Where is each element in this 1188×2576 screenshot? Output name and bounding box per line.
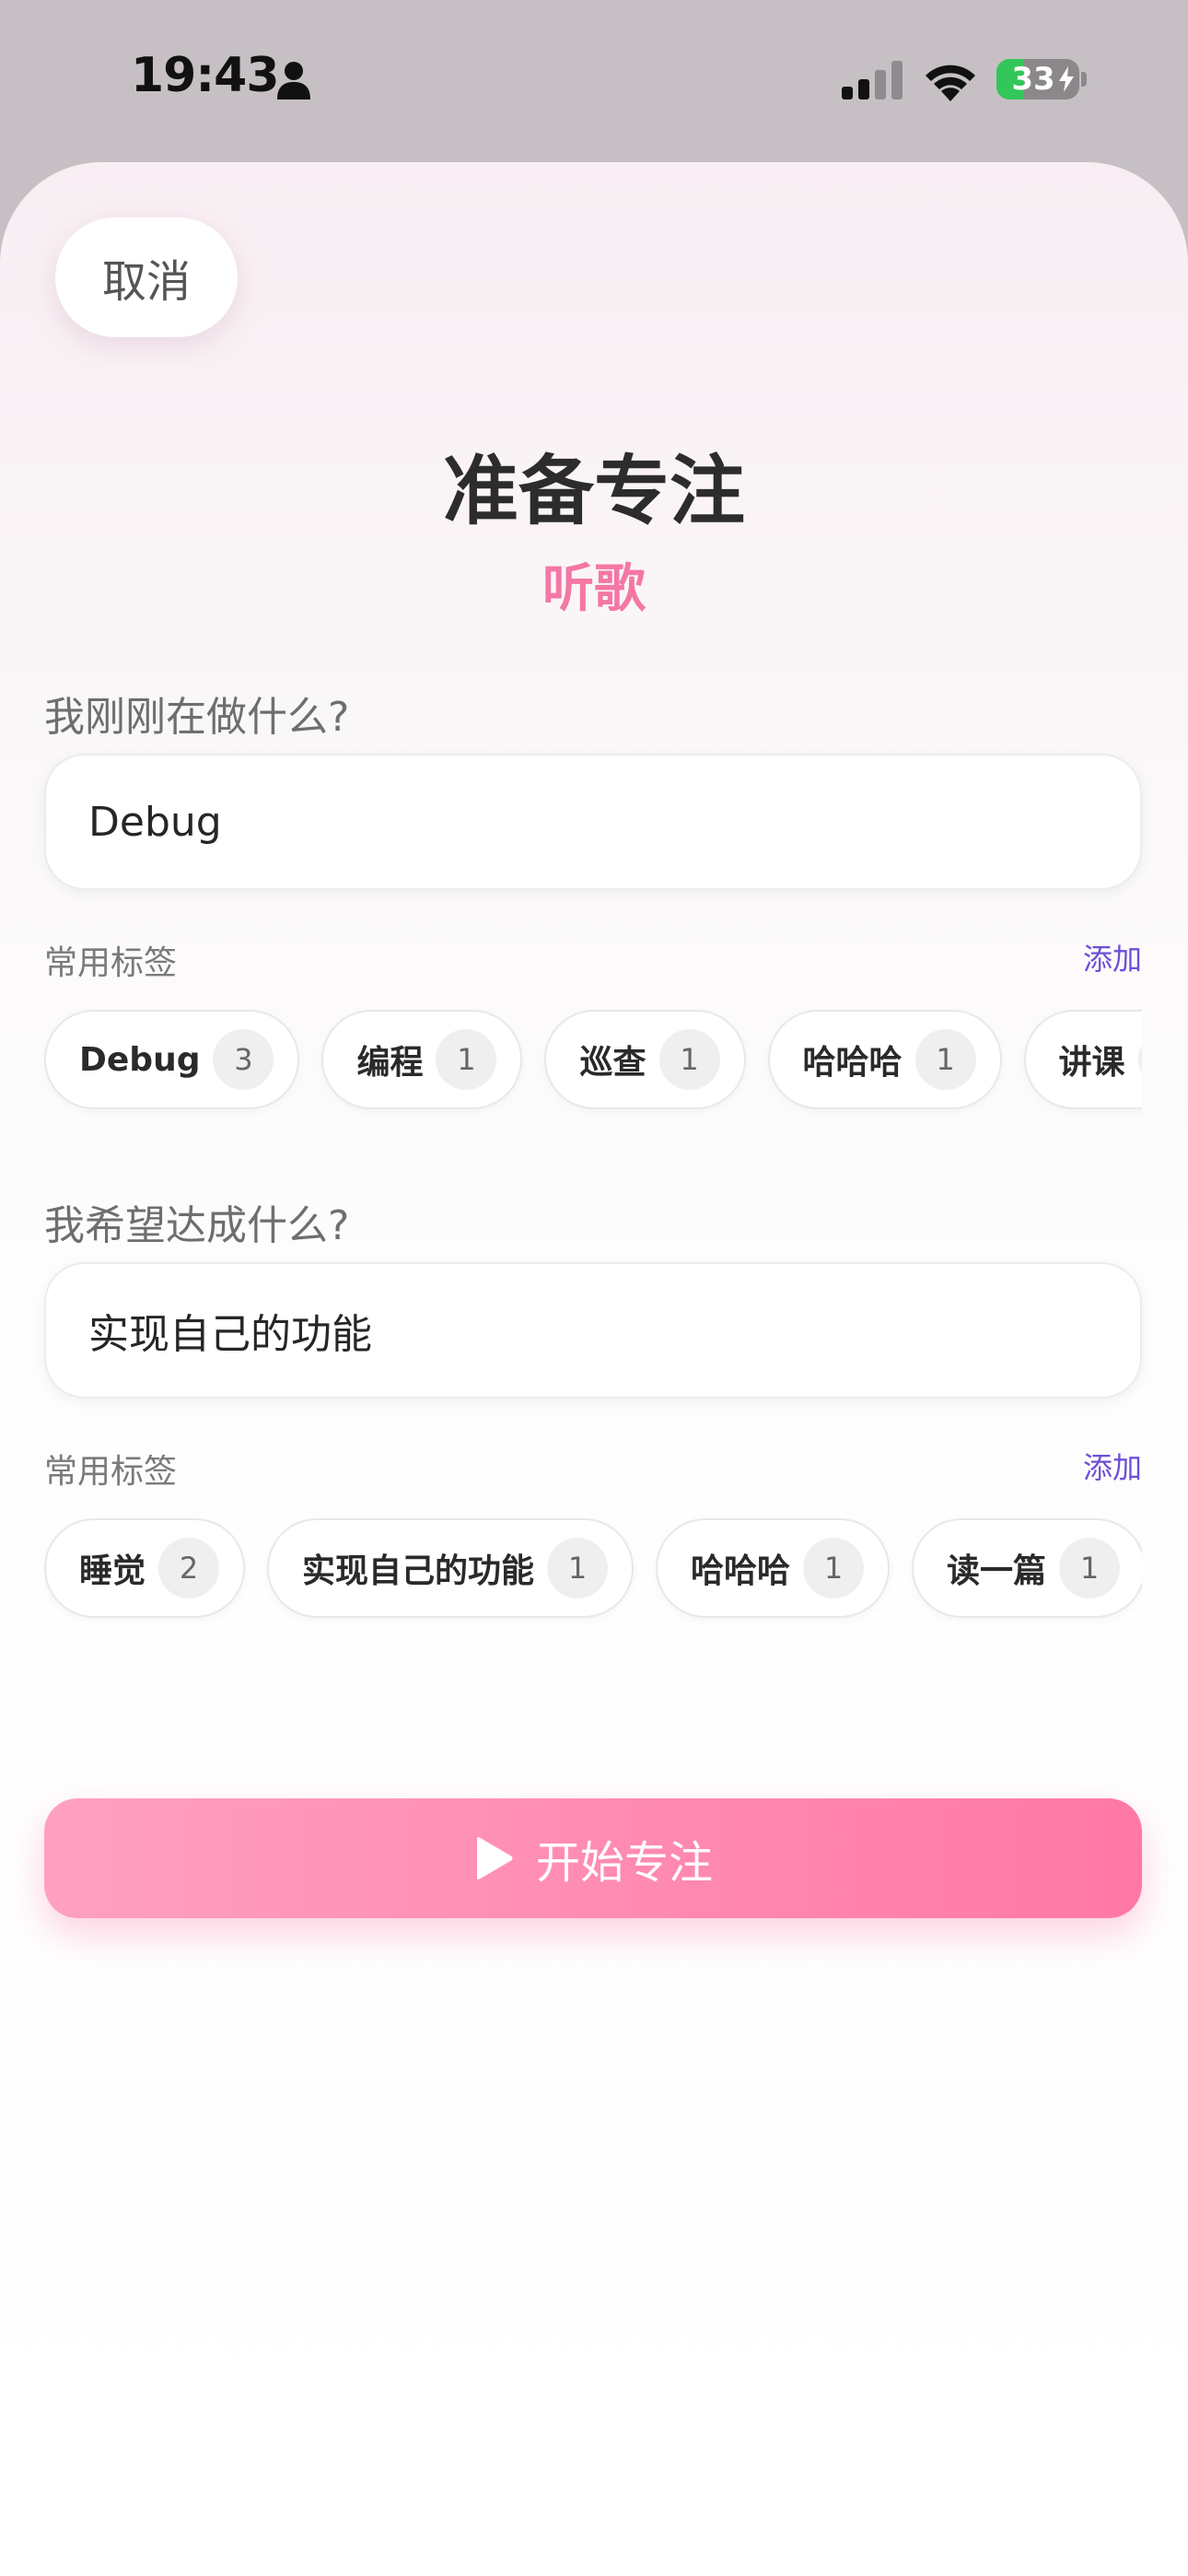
tag-chip-count: 1 — [547, 1538, 609, 1598]
battery-cap — [1081, 72, 1087, 87]
battery-icon: 33 — [996, 59, 1079, 100]
tag-chip-count: 3 — [213, 1029, 274, 1090]
tag-chip[interactable]: 实现自己的功能 1 — [267, 1518, 635, 1618]
doing-tags-header: 常用标签 添加 — [44, 936, 1142, 982]
goal-tags-track: 睡觉 2 实现自己的功能 1 哈哈哈 1 读一篇 1 — [44, 1518, 1142, 1618]
bolt-icon — [1059, 66, 1074, 92]
goal-tags-header: 常用标签 添加 — [44, 1445, 1142, 1491]
doing-input[interactable]: Debug — [44, 754, 1142, 890]
tag-chip[interactable]: 讲课 1 — [1023, 1010, 1142, 1109]
goal-question-label: 我希望达成什么? — [44, 1202, 350, 1249]
doing-tags-row[interactable]: Debug 3 编程 1 巡查 1 哈哈哈 1 讲课 1 — [44, 1010, 1142, 1120]
goal-tags-title: 常用标签 — [44, 1453, 178, 1491]
status-bar: 19:43 33 — [0, 0, 1188, 162]
tag-chip[interactable]: 巡查 1 — [544, 1010, 746, 1109]
goal-tags-row[interactable]: 睡觉 2 实现自己的功能 1 哈哈哈 1 读一篇 1 — [44, 1518, 1142, 1629]
tag-chip-label: 讲课 — [1058, 1044, 1125, 1082]
person-icon — [277, 62, 310, 100]
tag-chip[interactable]: 编程 1 — [321, 1010, 523, 1109]
focus-sheet: 取消 准备专注 听歌 我刚刚在做什么? Debug 常用标签 添加 Debug 3… — [0, 162, 1188, 2576]
play-icon — [476, 1837, 513, 1879]
tag-chip[interactable]: 哈哈哈 1 — [656, 1518, 891, 1618]
signal-icon — [842, 61, 903, 100]
tag-chip[interactable]: 睡觉 2 — [44, 1518, 246, 1618]
tag-chip-label: Debug — [79, 1040, 201, 1079]
doing-tags-track: Debug 3 编程 1 巡查 1 哈哈哈 1 讲课 1 — [44, 1010, 1142, 1109]
tag-chip-count: 1 — [914, 1029, 976, 1090]
page-title: 准备专注 — [442, 448, 745, 535]
start-focus-label: 开始专注 — [535, 1837, 713, 1889]
tag-chip[interactable]: Debug 3 — [44, 1010, 300, 1109]
status-time: 19:43 — [131, 48, 280, 103]
tag-chip-label: 巡查 — [579, 1044, 646, 1082]
tag-chip-count: 1 — [1137, 1029, 1142, 1090]
doing-tags-title: 常用标签 — [44, 944, 178, 982]
tag-chip-label: 睡觉 — [79, 1552, 146, 1590]
tag-chip-count: 1 — [1059, 1538, 1121, 1598]
start-focus-button[interactable]: 开始专注 — [44, 1798, 1142, 1918]
tag-chip-label: 编程 — [356, 1044, 424, 1082]
cancel-button[interactable]: 取消 — [55, 217, 238, 337]
tag-chip-label: 哈哈哈 — [691, 1552, 791, 1590]
tag-chip-count: 1 — [436, 1029, 497, 1090]
doing-question-label: 我刚刚在做什么? — [44, 694, 350, 741]
doing-add-tag-button[interactable]: 添加 — [1083, 936, 1142, 978]
tag-chip-label: 实现自己的功能 — [302, 1552, 535, 1590]
tag-chip-label: 读一篇 — [947, 1552, 1047, 1590]
tag-chip-count: 2 — [158, 1538, 220, 1598]
wifi-icon — [926, 64, 975, 101]
tag-chip-count: 1 — [658, 1029, 720, 1090]
tag-chip-count: 1 — [803, 1538, 865, 1598]
tag-chip[interactable]: 哈哈哈 1 — [767, 1010, 1002, 1109]
page-subtitle: 听歌 — [542, 559, 646, 619]
goal-input[interactable]: 实现自己的功能 — [44, 1262, 1142, 1399]
goal-add-tag-button[interactable]: 添加 — [1083, 1445, 1142, 1487]
tag-chip-label: 哈哈哈 — [802, 1044, 903, 1082]
tag-chip[interactable]: 读一篇 1 — [912, 1518, 1142, 1618]
